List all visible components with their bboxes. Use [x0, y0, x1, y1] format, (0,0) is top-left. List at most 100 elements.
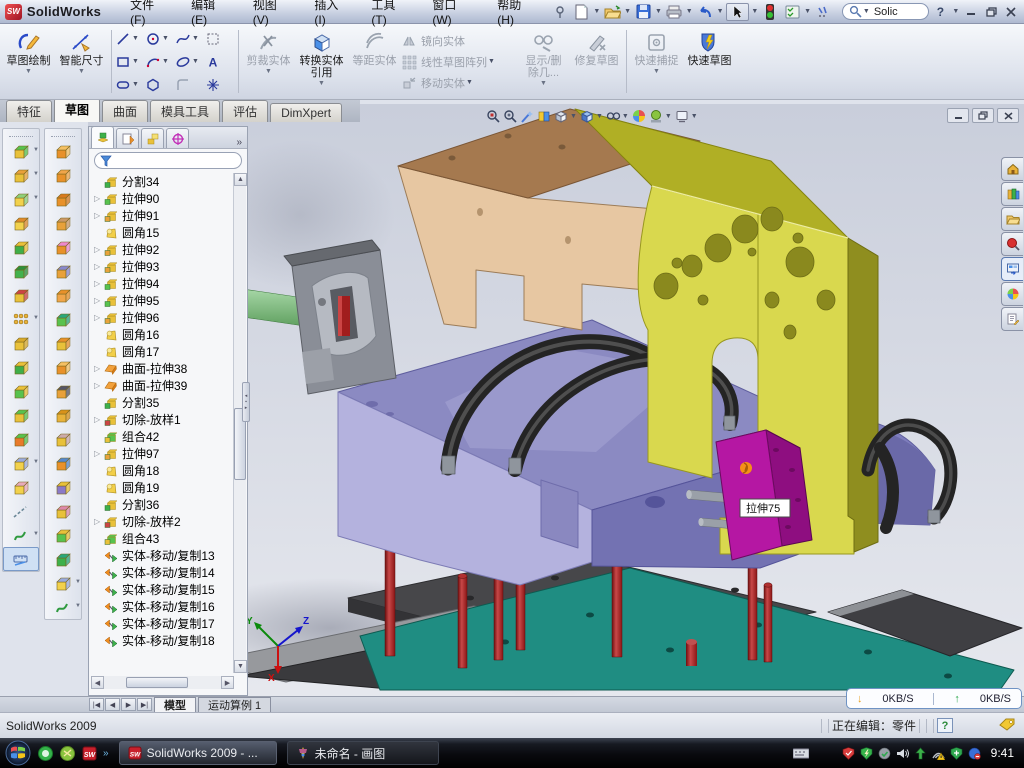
- quicklaunch-zune-icon[interactable]: [60, 746, 75, 761]
- sketch-tool-corner[interactable]: [175, 73, 205, 96]
- tool-cavity[interactable]: [45, 523, 81, 547]
- linear-pattern-dropdown[interactable]: ▼: [33, 315, 39, 321]
- tab-scroll-next[interactable]: ▶: [121, 698, 136, 711]
- tool-insert-mold-box[interactable]: [45, 403, 81, 427]
- tool-elbow-surface[interactable]: [45, 355, 81, 379]
- pushpin-icon[interactable]: [550, 3, 570, 21]
- taskbar-window-paint[interactable]: 未命名 - 画图: [287, 741, 439, 765]
- spline-green-dropdown[interactable]: ▼: [75, 603, 81, 609]
- display-delete-relations-button[interactable]: 显示/删除几...▼: [517, 26, 570, 97]
- undo-icon[interactable]: [695, 3, 715, 21]
- tray-defender-icon[interactable]: [950, 747, 963, 760]
- expand-arrow-icon[interactable]: ▷: [94, 313, 104, 322]
- taskbar-window-solidworks[interactable]: SW SolidWorks 2009 - ...: [119, 741, 277, 765]
- sketch-draw-button[interactable]: 草图绘制▼: [2, 26, 55, 97]
- tool-radiate-surface[interactable]: [45, 163, 81, 187]
- sketch-tool-slot[interactable]: ▼: [115, 73, 145, 96]
- expand-arrow-icon[interactable]: ▷: [94, 279, 104, 288]
- select-dropdown[interactable]: ▼: [751, 8, 758, 15]
- help-icon[interactable]: ?: [930, 3, 950, 21]
- design-checker-icon[interactable]: [782, 3, 802, 21]
- command-tab[interactable]: DimXpert: [270, 103, 342, 122]
- reference-geometry-dropdown[interactable]: ▼: [33, 459, 39, 465]
- tag-icon[interactable]: [999, 718, 1016, 734]
- tray-upload-icon[interactable]: [914, 747, 927, 760]
- quicklaunch-messenger-icon[interactable]: [38, 746, 53, 761]
- convert-entities-dropdown[interactable]: ▼: [318, 80, 325, 87]
- tray-wireless-warning-icon[interactable]: [932, 747, 945, 760]
- display-style-icon[interactable]: ▼: [554, 109, 578, 124]
- keyboard-layout-icon[interactable]: [793, 748, 809, 759]
- doc-close-button[interactable]: [997, 108, 1019, 123]
- move-entities-dropdown[interactable]: ▼: [466, 79, 473, 86]
- expand-arrow-icon[interactable]: ▷: [94, 296, 104, 305]
- tool-spline-tool[interactable]: ▼: [3, 523, 39, 547]
- tree-vertical-scrollbar[interactable]: ▲ ▼: [233, 173, 246, 673]
- tree-item[interactable]: 圆角19: [89, 479, 249, 496]
- tool-move-face[interactable]: [45, 451, 81, 475]
- tree-item[interactable]: 圆角17: [89, 343, 249, 360]
- mirror-entities-button[interactable]: 镜向实体: [401, 30, 517, 51]
- tree-item[interactable]: ▷拉伸96: [89, 309, 249, 326]
- tray-updates-icon[interactable]: [878, 747, 891, 760]
- taskbar-clock[interactable]: 9:41: [991, 746, 1014, 760]
- rect-dropdown[interactable]: ▼: [132, 58, 139, 65]
- menu-item[interactable]: 工具(T): [360, 0, 421, 30]
- command-tab[interactable]: 曲面: [102, 100, 148, 122]
- tool-curve[interactable]: [3, 475, 39, 499]
- tree-item[interactable]: 实体-移动/复制15: [89, 581, 249, 598]
- tree-item[interactable]: 实体-移动/复制18: [89, 632, 249, 649]
- tab-motion-study[interactable]: 运动算例 1: [198, 697, 271, 712]
- expand-arrow-icon[interactable]: ▷: [94, 194, 104, 203]
- tree-item[interactable]: 实体-移动/复制17: [89, 615, 249, 632]
- spline-tool-dropdown[interactable]: ▼: [33, 531, 39, 537]
- tool-rib[interactable]: [3, 331, 39, 355]
- trim-entities-button[interactable]: 剪裁实体▼: [242, 26, 295, 97]
- line-dropdown[interactable]: ▼: [132, 35, 139, 42]
- quick-snaps-button[interactable]: 快速捕捉▼: [630, 26, 683, 97]
- help-status-icon[interactable]: ?: [937, 718, 953, 733]
- scroll-right-button[interactable]: ▶: [221, 676, 234, 689]
- section-view-icon[interactable]: [537, 109, 552, 124]
- apply-scene-icon[interactable]: ▼: [649, 109, 673, 124]
- open-dropdown[interactable]: ▼: [624, 8, 631, 15]
- tree-filter-input[interactable]: [94, 152, 242, 169]
- tool-undercut-detect[interactable]: [45, 379, 81, 403]
- tree-item[interactable]: 分割35: [89, 394, 249, 411]
- smart-dimension-dropdown[interactable]: ▼: [78, 68, 85, 75]
- zoom-fit-icon[interactable]: [486, 109, 501, 124]
- clipped-toolbar-icon[interactable]: [813, 3, 833, 21]
- expand-arrow-icon[interactable]: ▷: [94, 245, 104, 254]
- tree-item[interactable]: ▷曲面-拉伸39: [89, 377, 249, 394]
- tray-sync-icon[interactable]: [968, 747, 981, 760]
- tool-linear-pattern[interactable]: ▼: [3, 307, 39, 331]
- tool-scale[interactable]: [45, 427, 81, 451]
- tree-item[interactable]: ▷拉伸95: [89, 292, 249, 309]
- view-settings-icon[interactable]: ▼: [675, 109, 699, 124]
- tree-item[interactable]: ▷切除-放样1: [89, 411, 249, 428]
- expand-arrow-icon[interactable]: ▷: [94, 517, 104, 526]
- sketch-tool-circle[interactable]: ▼: [145, 27, 175, 50]
- tool-parting-surface[interactable]: [45, 283, 81, 307]
- tool-shut-off-surface[interactable]: [45, 307, 81, 331]
- menu-item[interactable]: 插入(I): [303, 0, 360, 30]
- tool-tooling-split[interactable]: [45, 331, 81, 355]
- command-tab[interactable]: 模具工具: [150, 100, 220, 122]
- tool-deform[interactable]: [45, 499, 81, 523]
- expand-arrow-icon[interactable]: ▷: [94, 381, 104, 390]
- tool-fillet[interactable]: ▼: [3, 187, 39, 211]
- tool-construction-line[interactable]: [3, 499, 39, 523]
- view-orientation-dropdown[interactable]: ▼: [596, 113, 603, 120]
- doc-restore-button[interactable]: [972, 108, 994, 123]
- menu-item[interactable]: 帮助(H): [486, 0, 548, 30]
- scroll-left-button[interactable]: ◀: [91, 676, 104, 689]
- tool-extruded-boss[interactable]: ▼: [3, 139, 39, 163]
- extruded-boss-dropdown[interactable]: ▼: [33, 147, 39, 153]
- hide-show-items-icon[interactable]: ▼: [606, 109, 630, 124]
- tab-dimxpert-manager[interactable]: [166, 128, 189, 148]
- model-insert-block[interactable]: [716, 430, 812, 560]
- tree-item[interactable]: 圆角18: [89, 462, 249, 479]
- repair-sketch-button[interactable]: 修复草图: [570, 26, 623, 97]
- expand-arrow-icon[interactable]: ▷: [94, 211, 104, 220]
- select-tool[interactable]: [726, 3, 750, 21]
